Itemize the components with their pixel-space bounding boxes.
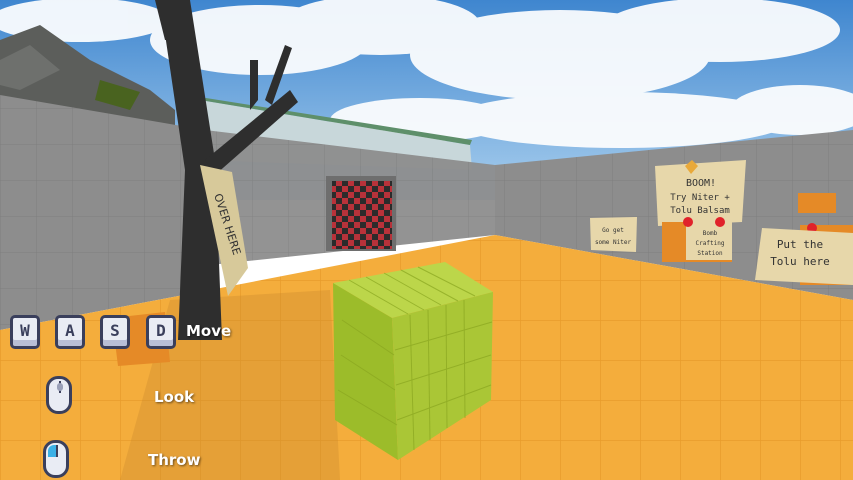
throw-label: Throw <box>148 451 201 469</box>
key-d: D <box>146 315 176 349</box>
move-label: Move <box>186 322 232 340</box>
niter-sign: Go get some Niter <box>590 217 637 252</box>
svg-text:Crafting: Crafting <box>696 240 725 247</box>
svg-text:Tolu Balsam: Tolu Balsam <box>670 206 730 216</box>
look-label: Look <box>154 388 195 406</box>
svg-text:Tolu here: Tolu here <box>770 255 830 268</box>
boom-sign: BOOM! Try Niter + Tolu Balsam <box>655 160 746 226</box>
key-w: W <box>10 315 40 349</box>
checkered-door <box>332 181 392 249</box>
mouse-icon <box>46 376 72 414</box>
svg-text:Put the: Put the <box>777 238 823 251</box>
key-a: A <box>55 315 85 349</box>
left-wall <box>0 95 210 330</box>
key-s: S <box>100 315 130 349</box>
svg-text:BOOM!: BOOM! <box>686 178 716 189</box>
svg-text:Try Niter +: Try Niter + <box>670 193 730 203</box>
svg-text:some Niter: some Niter <box>595 239 632 246</box>
svg-text:Bomb: Bomb <box>703 230 718 237</box>
svg-text:Station: Station <box>697 250 723 257</box>
mouse-left-click-icon <box>43 440 69 478</box>
game-viewport[interactable]: OVER HERE BOOM! Try Niter + Tolu Balsam … <box>0 0 853 480</box>
crafting-station: Bomb Crafting Station <box>662 217 732 262</box>
svg-text:Go get: Go get <box>602 227 624 234</box>
